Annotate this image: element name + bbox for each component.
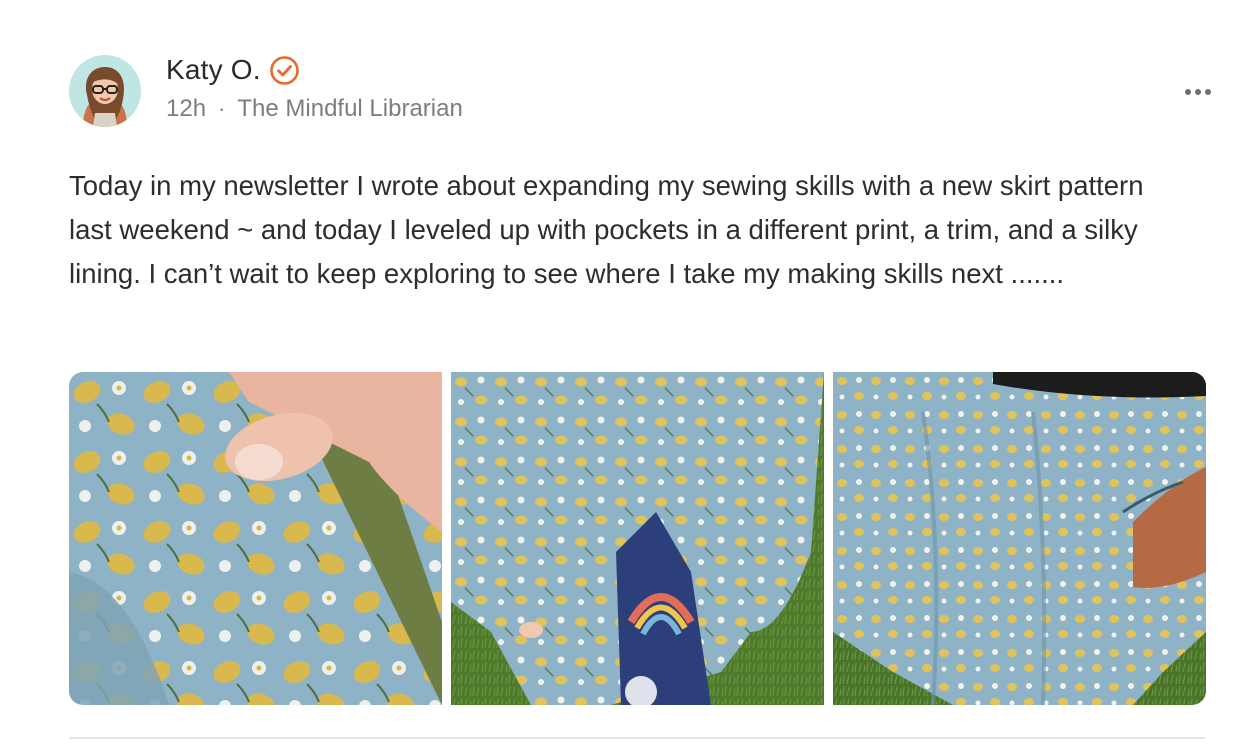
ellipsis-dot-icon — [1205, 89, 1211, 95]
meta-separator: · — [218, 96, 226, 121]
author-line: Katy O. — [166, 52, 300, 88]
more-options-button[interactable] — [1178, 80, 1218, 104]
gallery-photo-2[interactable] — [451, 372, 824, 705]
author-avatar[interactable] — [69, 55, 141, 127]
post-divider — [69, 737, 1205, 739]
verified-check-icon — [269, 55, 300, 86]
gallery-photo-1[interactable] — [69, 372, 442, 705]
gallery-photo-3[interactable] — [833, 372, 1206, 705]
post-card: Katy O. 12h · The Mindful Librarian Toda… — [0, 0, 1253, 745]
skirt-pocket-image — [833, 372, 1206, 705]
ellipsis-dot-icon — [1195, 89, 1201, 95]
post-meta: 12h · The Mindful Librarian — [166, 95, 463, 123]
author-name[interactable]: Katy O. — [166, 54, 261, 86]
post-time[interactable]: 12h — [166, 95, 206, 123]
avatar-illustration — [69, 55, 141, 127]
skirt-lining-image — [451, 372, 824, 705]
publication-name[interactable]: The Mindful Librarian — [237, 95, 462, 123]
fabric-closeup-image — [69, 372, 442, 705]
photo-gallery — [69, 372, 1206, 705]
ellipsis-dot-icon — [1185, 89, 1191, 95]
post-text: Today in my newsletter I wrote about exp… — [69, 170, 1144, 289]
